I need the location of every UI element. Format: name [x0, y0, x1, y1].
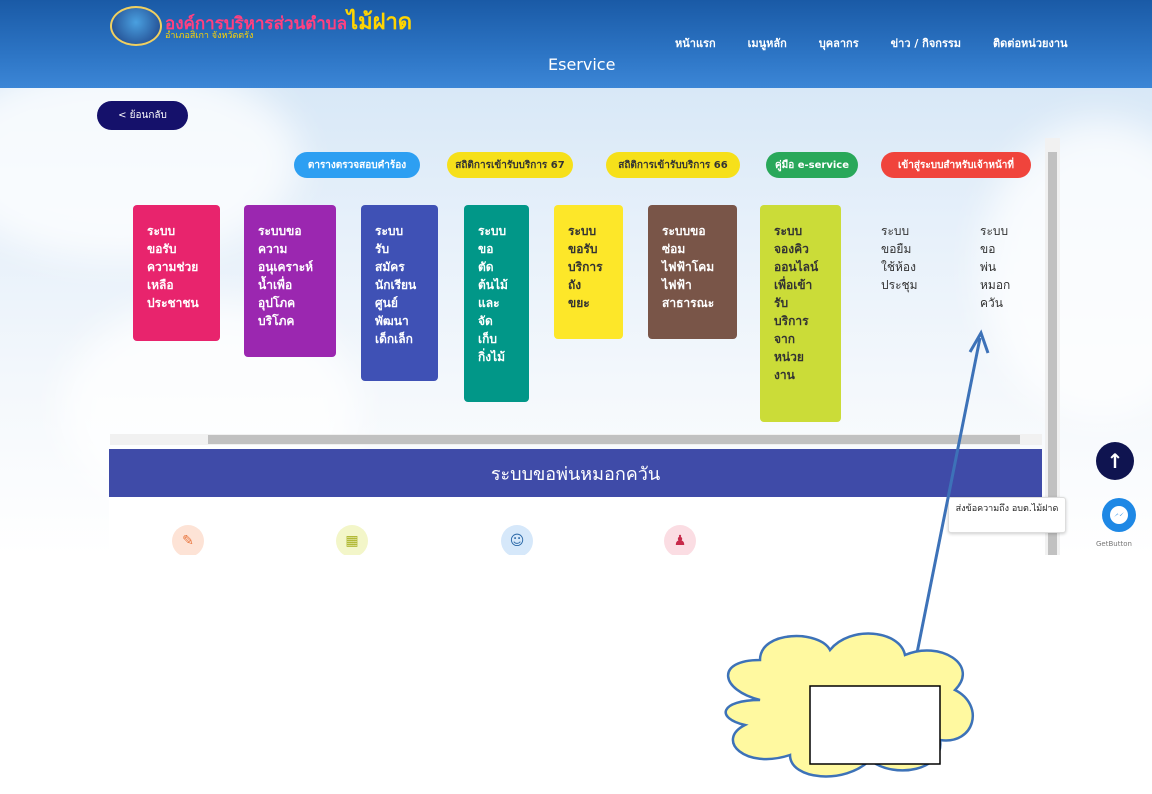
annotation-layer: [724, 329, 990, 778]
annotation-blank-box: [809, 685, 941, 765]
annotation-arrow-line: [913, 337, 982, 664]
